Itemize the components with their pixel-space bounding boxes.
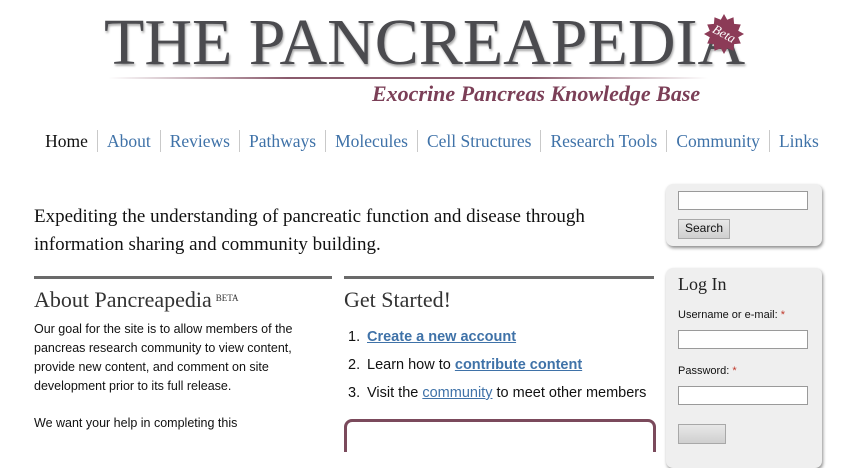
community-link[interactable]: community — [422, 385, 492, 401]
beta-badge: Beta — [702, 13, 746, 57]
step-number: 2. — [348, 357, 361, 373]
featured-box — [344, 419, 656, 452]
create-account-link[interactable]: Create a new account — [367, 329, 516, 345]
nav-cell-structures[interactable]: Cell Structures — [416, 130, 541, 152]
login-block: Log In Username or e-mail: * Password: * — [666, 268, 822, 468]
get-started-section: Get Started! 1. Create a new account 2. Le… — [344, 276, 654, 407]
site-logo[interactable]: THE PANCREAPEDIA Exocrine Pancreas Knowl… — [100, 4, 760, 114]
required-marker: * — [732, 365, 737, 377]
get-started-steps: 1. Create a new account 2. Learn how to co… — [344, 323, 654, 407]
step-text: to meet other members — [492, 385, 647, 401]
about-paragraph-2: We want your help in completing this — [34, 416, 238, 430]
password-label: Password: * — [678, 365, 737, 377]
username-field[interactable] — [678, 330, 808, 349]
site-title: THE PANCREAPEDIA — [104, 10, 745, 76]
login-title: Log In — [678, 274, 727, 294]
login-button[interactable] — [678, 424, 726, 444]
site-title-main: PANCREAPEDIA — [248, 6, 746, 79]
nav-community[interactable]: Community — [666, 130, 769, 152]
about-beta-sup: BETA — [215, 293, 239, 303]
username-label: Username or e-mail: * — [678, 309, 785, 321]
about-section: About Pancreapedia BETA Our goal for the … — [34, 276, 332, 451]
search-input[interactable] — [678, 191, 808, 210]
step-text: Learn how to — [367, 357, 455, 373]
password-label-text: Password: — [678, 365, 730, 377]
required-marker: * — [780, 309, 785, 321]
password-field[interactable] — [678, 386, 808, 405]
step-item-2: 2. Learn how to contribute content — [348, 351, 654, 379]
nav-home[interactable]: Home — [36, 130, 97, 152]
nav-research-tools[interactable]: Research Tools — [540, 130, 666, 152]
about-title-text: About Pancreapedia — [34, 287, 212, 312]
main-nav: Home About Reviews Pathways Molecules Cell St… — [0, 130, 864, 152]
site-subtitle: Exocrine Pancreas Knowledge Base — [372, 81, 701, 106]
nav-molecules[interactable]: Molecules — [325, 130, 417, 152]
contribute-content-link[interactable]: contribute content — [455, 357, 582, 373]
step-number: 1. — [348, 329, 361, 345]
site-title-the: THE — [104, 6, 233, 79]
nav-reviews[interactable]: Reviews — [159, 130, 239, 152]
step-text: Visit the — [367, 385, 423, 401]
logo-divider — [108, 77, 708, 79]
step-item-3: 3. Visit the community to meet other memb… — [348, 379, 654, 407]
search-button[interactable]: Search — [678, 219, 731, 239]
intro-tagline: Expediting the understanding of pancreat… — [34, 206, 585, 255]
about-body: Our goal for the site is to allow member… — [34, 320, 324, 433]
search-block: Search — [666, 184, 822, 246]
about-paragraph-1: Our goal for the site is to allow member… — [34, 322, 293, 393]
nav-about[interactable]: About — [96, 130, 160, 152]
step-item-1: 1. Create a new account — [348, 323, 654, 351]
username-label-text: Username or e-mail: — [678, 309, 778, 321]
nav-links[interactable]: Links — [768, 130, 828, 152]
step-number: 3. — [348, 385, 361, 401]
about-title: About Pancreapedia BETA — [34, 287, 332, 313]
nav-pathways[interactable]: Pathways — [238, 130, 325, 152]
get-started-title: Get Started! — [344, 287, 451, 312]
